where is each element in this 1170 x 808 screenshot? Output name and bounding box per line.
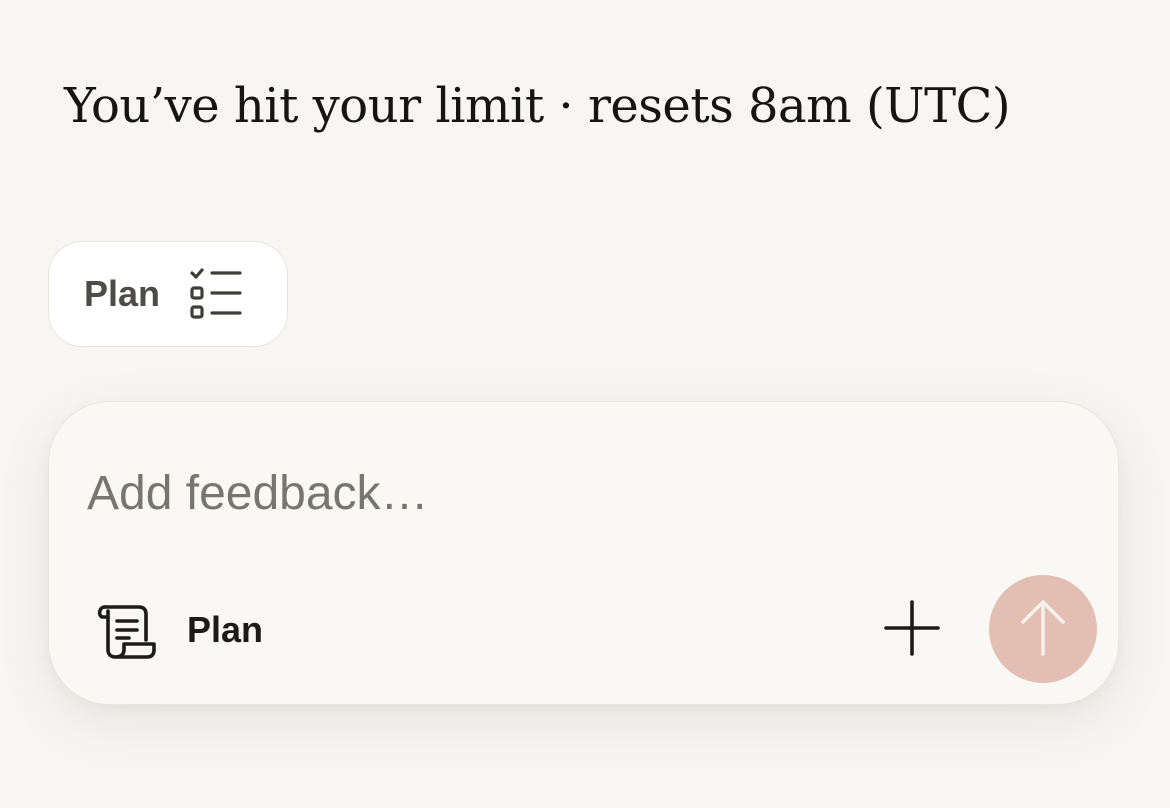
feedback-composer: Plan (48, 401, 1119, 705)
arrow-up-icon (1019, 597, 1067, 662)
mode-label: Plan (187, 609, 264, 650)
plus-icon (883, 599, 941, 662)
send-button[interactable] (989, 575, 1097, 683)
add-attachment-button[interactable] (881, 599, 943, 661)
plan-chip-label: Plan (84, 273, 161, 314)
plan-mode-button[interactable]: Plan (95, 598, 263, 662)
checklist-icon (190, 268, 244, 320)
feedback-input[interactable] (87, 458, 1027, 528)
scroll-icon (95, 597, 157, 664)
plan-chip-button[interactable]: Plan (48, 241, 288, 347)
limit-message: You’ve hit your limit · resets 8am (UTC) (64, 78, 1011, 134)
